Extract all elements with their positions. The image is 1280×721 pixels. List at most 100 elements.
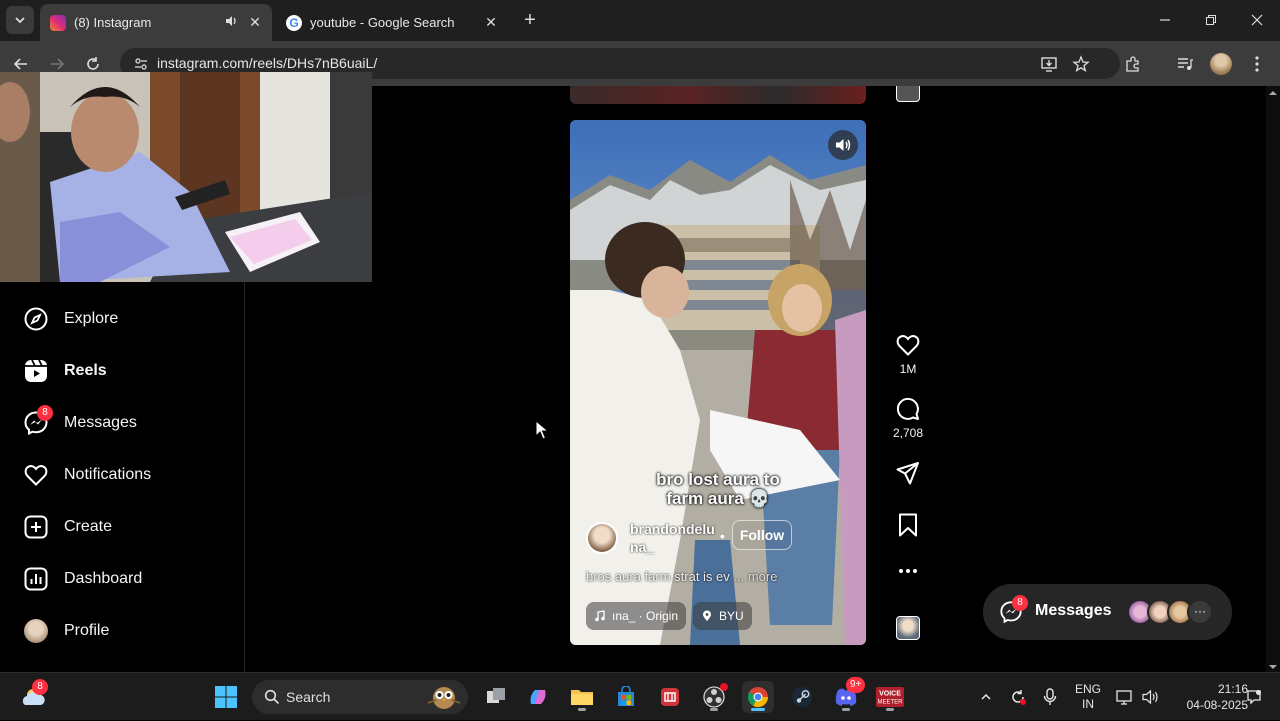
- page-scrollbar[interactable]: [1266, 86, 1280, 672]
- notification-bell-icon: [1247, 690, 1261, 705]
- comment-button[interactable]: 2,708: [890, 396, 926, 440]
- language-code: ENG: [1074, 682, 1101, 696]
- task-view-button[interactable]: [480, 681, 512, 713]
- extensions-button[interactable]: [1120, 51, 1146, 77]
- input-language-button[interactable]: ENG IN: [1068, 673, 1108, 721]
- star-icon: [1072, 55, 1090, 73]
- game-app-button[interactable]: [654, 681, 686, 713]
- previous-audio-thumbnail[interactable]: [896, 86, 920, 102]
- microphone-tray-button[interactable]: [1038, 673, 1062, 721]
- network-tray-button[interactable]: [1112, 673, 1138, 721]
- author-username[interactable]: brandondelu na_: [630, 520, 720, 556]
- svg-text:VOICE: VOICE: [879, 691, 901, 698]
- reel-caption-line1: bro lost aura to: [656, 470, 780, 489]
- reload-icon: [87, 57, 99, 70]
- install-app-button[interactable]: [1036, 51, 1062, 77]
- messages-floating-bar[interactable]: 8 Messages ···: [983, 584, 1232, 640]
- sidebar-item-notifications[interactable]: Notifications: [22, 458, 151, 492]
- tab-close-icon[interactable]: ✕: [482, 14, 500, 31]
- game-launcher-icon: [661, 688, 679, 706]
- weather-badge: 8: [32, 679, 48, 695]
- media-control-button[interactable]: [1172, 51, 1198, 77]
- avatar: [1210, 53, 1232, 75]
- start-button[interactable]: [210, 681, 242, 713]
- obs-button[interactable]: [698, 681, 730, 713]
- reel-video[interactable]: bro lost aura to farm aura 💀 brandondelu…: [570, 120, 866, 645]
- browser-tab-strip: (8) Instagram ✕ G youtube - Google Searc…: [0, 0, 1280, 41]
- save-button[interactable]: [890, 512, 926, 538]
- copilot-button[interactable]: [522, 681, 554, 713]
- sidebar-item-profile[interactable]: Profile: [22, 614, 109, 648]
- comment-count: 2,708: [892, 426, 924, 440]
- sidebar-item-explore[interactable]: Explore: [22, 302, 118, 336]
- tab-google-search[interactable]: G youtube - Google Search ✕: [276, 4, 508, 41]
- location-chip[interactable]: BYU: [693, 602, 752, 630]
- author-avatar[interactable]: [586, 522, 618, 554]
- reel-video-frame: [570, 120, 866, 645]
- audio-thumbnail[interactable]: [896, 616, 920, 640]
- messages-badge: 8: [37, 405, 53, 421]
- install-icon: [1041, 57, 1057, 72]
- site-info-icon[interactable]: [132, 55, 150, 73]
- sidebar-item-dashboard[interactable]: Dashboard: [22, 562, 142, 596]
- messages-bar-badge: 8: [1012, 595, 1028, 611]
- music-note-icon: [595, 610, 605, 622]
- more-vertical-icon: [1255, 56, 1259, 72]
- reel-caption-line2: farm aura 💀: [666, 489, 770, 508]
- sidebar-item-messages[interactable]: 8 Messages: [22, 405, 137, 440]
- profile-avatar-button[interactable]: [1208, 51, 1234, 77]
- minimize-button[interactable]: [1142, 0, 1188, 40]
- taskbar-search-label: Search: [286, 689, 331, 705]
- reel-description[interactable]: bros aura farm strat is ev ... more: [586, 569, 777, 584]
- file-explorer-button[interactable]: [566, 681, 598, 713]
- region-code: IN: [1082, 697, 1094, 711]
- owl-search-highlight-icon: [427, 687, 461, 709]
- restore-button[interactable]: [1188, 0, 1234, 40]
- like-count: 1M: [899, 362, 917, 376]
- more-link[interactable]: ... more: [733, 569, 777, 584]
- close-window-button[interactable]: [1234, 0, 1280, 40]
- follow-button[interactable]: Follow: [732, 520, 792, 550]
- new-tab-button[interactable]: +: [518, 9, 542, 33]
- heart-icon: [22, 461, 50, 489]
- notification-center-button[interactable]: [1244, 673, 1264, 721]
- plus-square-icon: [22, 513, 50, 541]
- sync-tray-button[interactable]: [1004, 673, 1032, 721]
- dashboard-icon: [22, 565, 50, 593]
- taskbar-search[interactable]: Search: [252, 680, 468, 714]
- sidebar-item-create[interactable]: Create: [22, 510, 112, 544]
- microsoft-store-button[interactable]: [610, 681, 642, 713]
- bookmark-star-button[interactable]: [1068, 51, 1094, 77]
- chrome-button[interactable]: [742, 681, 774, 713]
- messages-bar-label: Messages: [1035, 602, 1112, 619]
- folder-icon: [571, 690, 593, 705]
- voicemeeter-icon: VOICE MEETER: [876, 687, 904, 707]
- more-horizontal-icon: [899, 569, 917, 573]
- restore-icon: [1206, 15, 1216, 25]
- weather-widget[interactable]: 8: [16, 679, 50, 713]
- running-indicator: [886, 708, 894, 711]
- tab-instagram[interactable]: (8) Instagram ✕: [40, 4, 272, 41]
- sound-toggle-button[interactable]: [828, 130, 858, 160]
- google-favicon-icon: G: [286, 14, 302, 31]
- previous-reel-thumbnail[interactable]: [570, 86, 866, 104]
- browser-menu-button[interactable]: [1244, 51, 1270, 77]
- store-icon: [618, 686, 634, 706]
- show-hidden-icons-button[interactable]: [974, 673, 998, 721]
- volume-tray-button[interactable]: [1138, 673, 1164, 721]
- instagram-favicon-icon: [50, 14, 66, 31]
- tab-search-button[interactable]: [6, 6, 34, 34]
- more-options-button[interactable]: [890, 566, 926, 576]
- like-button[interactable]: 1M: [890, 332, 926, 376]
- voicemeeter-button[interactable]: VOICE MEETER: [874, 681, 906, 713]
- compass-icon: [22, 305, 50, 333]
- audio-chip[interactable]: ına_ · Origin: [586, 602, 687, 630]
- sidebar-item-reels[interactable]: Reels: [22, 354, 107, 388]
- tab-audio-icon[interactable]: [222, 14, 240, 31]
- discord-button[interactable]: 9+: [830, 677, 866, 713]
- windows-logo-icon: [215, 686, 237, 708]
- tab-close-icon[interactable]: ✕: [246, 14, 264, 31]
- clock[interactable]: 21:16 04-08-2025: [1168, 673, 1248, 721]
- share-button[interactable]: [890, 460, 926, 486]
- steam-button[interactable]: [786, 681, 818, 713]
